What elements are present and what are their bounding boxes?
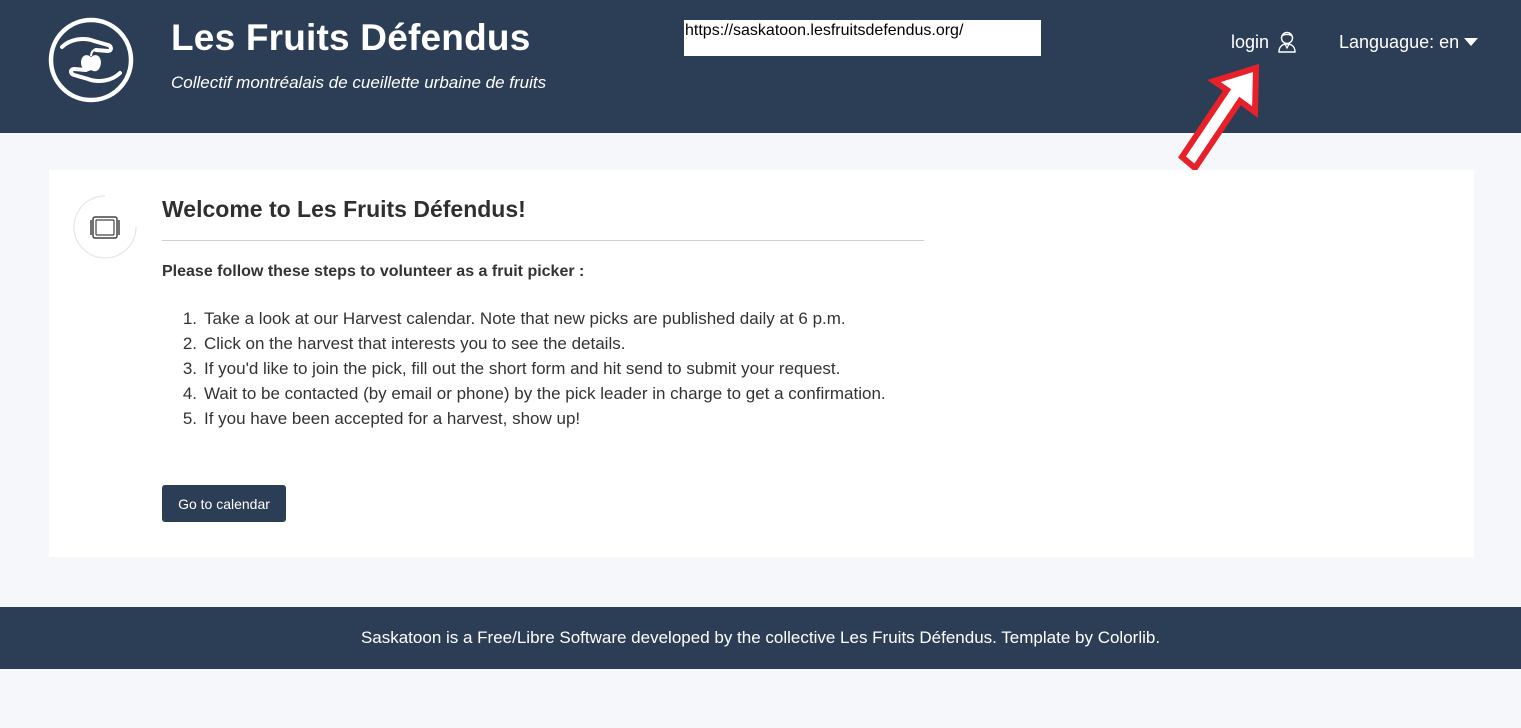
list-item: 5. If you have been accepted for a harve… [162, 406, 886, 431]
user-icon [1278, 31, 1296, 53]
step-number: 5. [182, 409, 197, 428]
step-text: If you have been accepted for a harvest,… [204, 409, 581, 428]
step-text: If you'd like to join the pick, fill out… [204, 359, 841, 378]
step-text: Click on the harvest that interests you … [204, 334, 626, 353]
step-number: 3. [182, 359, 197, 378]
step-text: Wait to be contacted (by email or phone)… [204, 384, 886, 403]
list-item: 1. Take a look at our Harvest calendar. … [162, 306, 886, 331]
login-link[interactable]: login [1231, 29, 1297, 55]
footer-text: Saskatoon is a Free/Libre Software devel… [360, 628, 1161, 647]
steps-intro: Please follow these steps to volunteer a… [162, 263, 585, 280]
site-subtitle: Collectif montréalais de cueillette urba… [171, 73, 547, 92]
language-label: Languague: en [1339, 31, 1460, 52]
steps-list: 1. Take a look at our Harvest calendar. … [162, 306, 886, 431]
go-to-calendar-button[interactable]: Go to calendar [162, 485, 286, 522]
language-selector[interactable]: Languague: en [1339, 29, 1479, 55]
card-title: Welcome to Les Fruits Défendus! [162, 196, 526, 222]
step-number: 1. [182, 309, 197, 328]
annotation-arrow-icon [1178, 63, 1260, 173]
site-footer: Saskatoon is a Free/Libre Software devel… [0, 607, 1521, 669]
step-number: 4. [182, 384, 197, 403]
login-label: login [1231, 31, 1270, 52]
list-item: 2. Click on the harvest that interests y… [162, 331, 886, 356]
layers-icon [73, 195, 137, 259]
step-text: Take a look at our Harvest calendar. Not… [204, 309, 846, 328]
welcome-card: Welcome to Les Fruits Défendus! Please f… [49, 170, 1474, 557]
url-label: https://saskatoon.lesfruitsdefendus.org/ [684, 20, 1041, 56]
site-title: Les Fruits Défendus [171, 17, 531, 58]
step-number: 2. [182, 334, 197, 353]
list-item: 3. If you'd like to join the pick, fill … [162, 356, 886, 381]
title-divider [162, 240, 924, 241]
list-item: 4. Wait to be contacted (by email or pho… [162, 381, 886, 406]
caret-down-icon [1464, 38, 1479, 46]
hands-apple-logo[interactable] [48, 17, 134, 103]
site-header: Les Fruits Défendus Collectif montréalai… [0, 0, 1521, 133]
